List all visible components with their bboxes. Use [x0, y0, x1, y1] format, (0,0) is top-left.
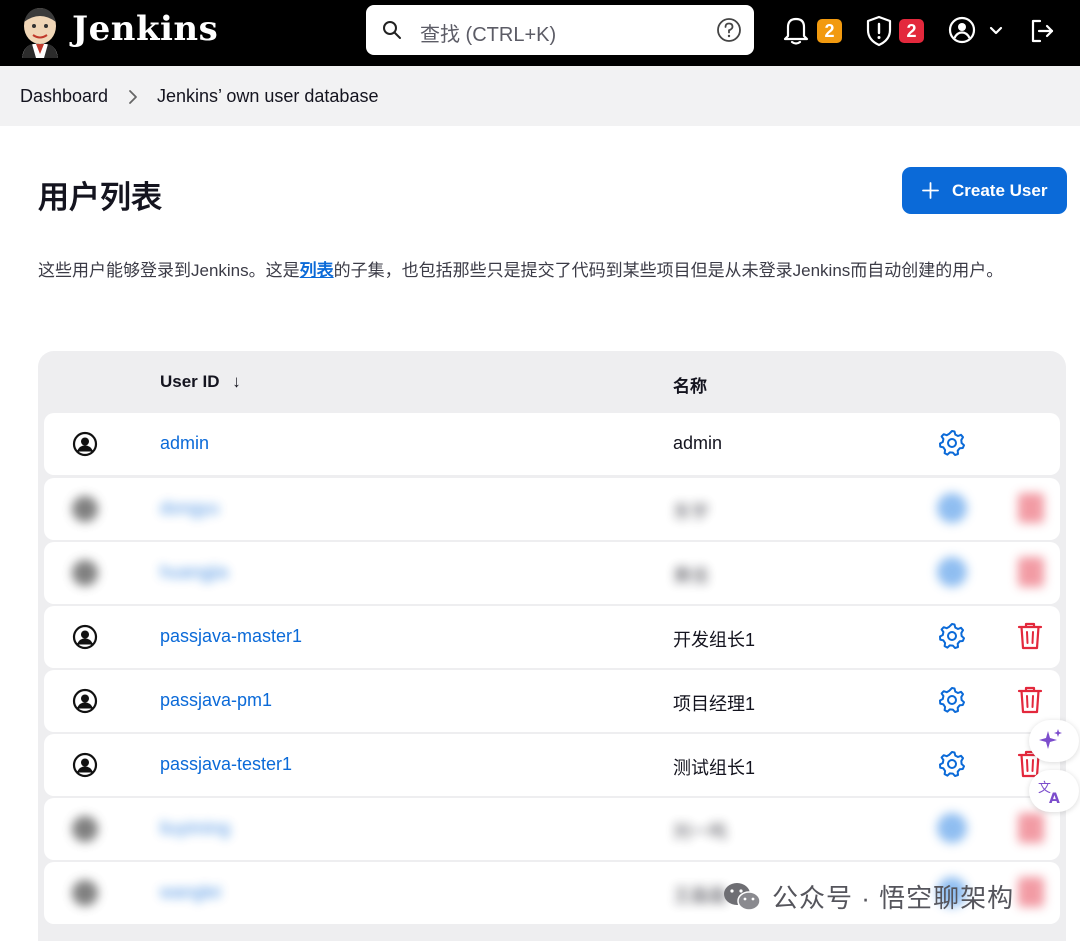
- trash-icon[interactable]: [1018, 813, 1044, 843]
- user-name: 王磊磊: [673, 886, 727, 906]
- help-icon[interactable]: [716, 17, 742, 43]
- user-avatar-icon: [72, 816, 98, 842]
- gear-icon[interactable]: [937, 749, 967, 779]
- user-avatar-icon: [72, 688, 98, 714]
- user-avatar-icon: [72, 496, 98, 522]
- search-input[interactable]: 查找 (CTRL+K): [420, 18, 556, 47]
- table-row: dongyu 东宇: [44, 478, 1060, 540]
- page-title: 用户列表: [38, 180, 162, 215]
- logout-icon[interactable]: [1028, 17, 1056, 45]
- notifications-badge[interactable]: 2: [817, 19, 842, 43]
- watermark-text: 公众号 · 悟空聊架构: [772, 883, 1015, 913]
- description-text-before: 这些用户能够登录到Jenkins。这是: [38, 261, 300, 280]
- sort-arrow-icon[interactable]: ↓: [232, 372, 241, 391]
- trash-icon[interactable]: [1018, 557, 1044, 587]
- user-avatar-icon: [72, 880, 98, 906]
- top-header: Jenkins 查找 (CTRL+K) 2 2: [0, 0, 1080, 66]
- gear-icon[interactable]: [937, 621, 967, 651]
- user-name: 开发组长1: [673, 630, 756, 650]
- user-name: 黄佳: [673, 566, 709, 586]
- gear-icon[interactable]: [937, 428, 967, 458]
- user-avatar-icon: [72, 752, 98, 778]
- sparkle-icon: [1039, 729, 1062, 749]
- user-id-link[interactable]: huangjia: [160, 562, 228, 583]
- user-avatar-icon: [72, 560, 98, 586]
- people-list-link[interactable]: 列表: [300, 261, 334, 280]
- translate-button[interactable]: 文 A: [1029, 770, 1079, 812]
- plus-icon: [922, 182, 939, 199]
- gear-icon[interactable]: [937, 813, 967, 843]
- chevron-right-icon: [129, 90, 137, 104]
- table-row: passjava-tester1 测试组长1: [44, 734, 1060, 796]
- gear-icon[interactable]: [937, 493, 967, 523]
- shield-icon[interactable]: [864, 14, 894, 48]
- breadcrumb-user-database[interactable]: Jenkins’ own user database: [157, 86, 378, 107]
- trash-icon[interactable]: [1018, 493, 1044, 523]
- trash-icon[interactable]: [1016, 685, 1044, 715]
- user-name: admin: [673, 433, 723, 453]
- trash-icon[interactable]: [1016, 621, 1044, 651]
- table-row: admin admin: [44, 413, 1060, 475]
- table-row: passjava-master1 开发组长1: [44, 606, 1060, 668]
- svg-text:A: A: [1049, 791, 1060, 806]
- description-text-after: 的子集，也包括那些只是提交了代码到某些项目但是从未登录Jenkins而自动创建的…: [333, 261, 1004, 280]
- user-name: 项目经理1: [673, 694, 756, 714]
- brand-name[interactable]: Jenkins: [72, 9, 218, 49]
- user-id-link[interactable]: wanglei: [160, 882, 221, 903]
- translate-icon: 文 A: [1038, 781, 1060, 806]
- chevron-down-icon[interactable]: [989, 26, 1003, 36]
- user-id-link[interactable]: passjava-pm1: [160, 690, 272, 711]
- user-name: 刘一鸣: [673, 822, 727, 842]
- create-user-label: Create User: [952, 181, 1048, 200]
- trash-icon[interactable]: [1018, 877, 1044, 907]
- breadcrumb-dashboard[interactable]: Dashboard: [20, 86, 108, 107]
- column-user-id-label: User ID: [160, 372, 220, 391]
- ai-assist-button[interactable]: [1029, 720, 1079, 762]
- user-avatar-icon: [72, 624, 98, 650]
- user-account-icon[interactable]: [948, 16, 976, 44]
- table-row: huangjia 黄佳: [44, 542, 1060, 604]
- user-id-link[interactable]: liuyiming: [160, 818, 230, 839]
- security-badge[interactable]: 2: [899, 19, 924, 43]
- column-header-user-id[interactable]: User ID ↓: [160, 372, 241, 392]
- gear-icon[interactable]: [937, 557, 967, 587]
- user-id-link[interactable]: passjava-master1: [160, 626, 302, 647]
- gear-icon[interactable]: [937, 685, 967, 715]
- bell-icon[interactable]: [782, 14, 810, 46]
- page-description: 这些用户能够登录到Jenkins。这是列表的子集，也包括那些只是提交了代码到某些…: [38, 256, 1048, 286]
- search-box[interactable]: 查找 (CTRL+K): [366, 5, 754, 55]
- column-header-name[interactable]: 名称: [673, 372, 707, 397]
- users-table: User ID ↓ 名称 admin admin dongyu 东宇 huang: [38, 351, 1066, 941]
- table-row: liuyiming 刘一鸣: [44, 798, 1060, 860]
- user-avatar-icon: [72, 431, 98, 457]
- jenkins-logo-icon[interactable]: [18, 6, 62, 58]
- user-name: 测试组长1: [673, 758, 756, 778]
- user-id-link[interactable]: admin: [160, 433, 209, 454]
- breadcrumb: Dashboard Jenkins’ own user database: [0, 66, 1080, 126]
- create-user-button[interactable]: Create User: [902, 167, 1067, 214]
- user-name: 东宇: [673, 502, 709, 522]
- user-id-link[interactable]: dongyu: [160, 498, 219, 519]
- user-id-link[interactable]: passjava-tester1: [160, 754, 292, 775]
- wechat-icon: [724, 883, 761, 911]
- table-row: passjava-pm1 项目经理1: [44, 670, 1060, 732]
- search-icon: [383, 21, 401, 39]
